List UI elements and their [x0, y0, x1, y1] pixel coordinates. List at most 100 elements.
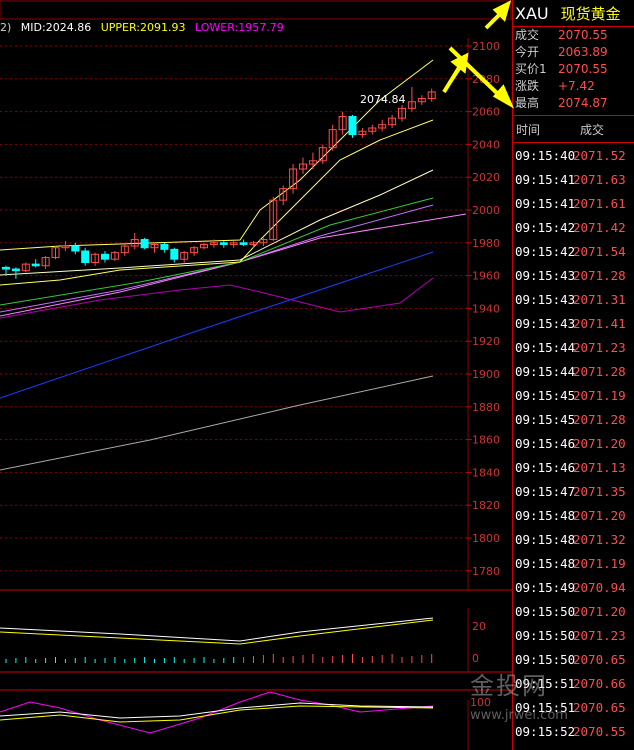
quote-summary: 成交 2070.55 今开 2063.89 买价1 2070.55 涨跌 +7.42 最高 207…	[513, 27, 634, 116]
candle-body	[239, 242, 248, 245]
tick-time: 09:15:43	[515, 315, 576, 331]
tick-time: 09:15:52	[515, 723, 576, 739]
candlestick-chart[interactable]: 2100 2080 2060 2040 2020 2000 1980 1960 1940 1920…	[0, 0, 512, 750]
symbol-header: XAU 现货黄金	[513, 0, 634, 27]
ma-mid-line	[0, 251, 434, 399]
tick-row[interactable]: 09:15:47 2071.35	[513, 479, 634, 503]
tick-time: 09:15:47	[515, 483, 576, 499]
high-price-label: 2074.84	[360, 93, 406, 106]
price-tick-label: 1820	[472, 499, 500, 512]
quote-row: 最高 2074.87	[513, 95, 634, 112]
tick-row[interactable]: 09:15:43 2071.41	[513, 311, 634, 335]
tick-price: 2070.55	[573, 723, 626, 739]
candle-body	[81, 250, 90, 263]
tick-header: 时间 成交	[513, 116, 634, 143]
chart-area[interactable]: 2100 2080 2060 2040 2020 2000 1980 1960 1940 1920…	[0, 0, 512, 750]
indicator-legend: 2) MID:2024.86 UPPER:2091.93 LOWER:1957.…	[0, 21, 290, 34]
quote-row: 成交 2070.55	[513, 27, 634, 44]
tick-row[interactable]: 09:15:45 2071.19	[513, 383, 634, 407]
tick-row[interactable]: 09:15:42 2071.42	[513, 215, 634, 239]
price-tick-label: 1800	[472, 532, 500, 545]
quote-value: 2070.55	[558, 28, 608, 42]
quote-row: 今开 2063.89	[513, 44, 634, 61]
price-tick-label: 1980	[472, 237, 500, 250]
price-tick-label: 2000	[472, 204, 500, 217]
price-tick-label: 2100	[472, 40, 500, 53]
ma-green-line	[0, 197, 434, 306]
tick-row[interactable]: 09:15:44 2071.28	[513, 359, 634, 383]
tick-price: 2071.35	[573, 483, 626, 499]
candle-body	[160, 243, 169, 250]
tick-row[interactable]: 09:15:44 2071.23	[513, 335, 634, 359]
tick-row[interactable]: 09:15:49 2070.94	[513, 575, 634, 599]
price-tick-label: 1960	[472, 270, 500, 283]
candle-body	[170, 248, 179, 260]
quote-row: 买价1 2070.55	[513, 61, 634, 78]
tick-row[interactable]: 09:15:50 2071.23	[513, 623, 634, 647]
tick-header-time: 时间	[516, 122, 541, 137]
tick-row[interactable]: 09:15:42 2071.54	[513, 239, 634, 263]
candle-body	[348, 116, 357, 136]
tick-time: 09:15:45	[515, 387, 576, 403]
tick-price: 2070.66	[573, 675, 626, 691]
tick-row[interactable]: 09:15:43 2071.28	[513, 263, 634, 287]
tick-price: 2071.20	[573, 435, 626, 451]
tick-price: 2071.23	[573, 627, 626, 643]
tick-row[interactable]: 09:15:48 2071.32	[513, 527, 634, 551]
tick-row[interactable]: 09:15:48 2071.20	[513, 503, 634, 527]
tick-row[interactable]: 09:15:41 2071.63	[513, 167, 634, 191]
quote-label: 买价1	[515, 62, 547, 76]
tick-list[interactable]: 09:15:40 2071.52 09:15:41 2071.63 09:15:41 20…	[513, 143, 634, 743]
tick-row[interactable]: 09:15:50 2071.20	[513, 599, 634, 623]
tick-time: 09:15:46	[515, 459, 576, 475]
candle-body	[11, 268, 20, 272]
tick-row[interactable]: 09:15:48 2071.19	[513, 551, 634, 575]
price-tick-label: 2060	[472, 106, 500, 119]
tick-price: 2071.52	[573, 147, 626, 163]
tick-row[interactable]: 09:15:43 2071.31	[513, 287, 634, 311]
tick-price: 2071.31	[573, 291, 626, 307]
quote-label: 涨跌	[515, 79, 540, 93]
sub1-tick-label: 0	[472, 652, 479, 665]
tick-price: 2071.19	[573, 555, 626, 571]
tick-row[interactable]: 09:15:46 2071.13	[513, 455, 634, 479]
tick-time: 09:15:44	[515, 363, 576, 379]
tick-price: 2071.41	[573, 315, 626, 331]
tick-row[interactable]: 09:15:41 2071.61	[513, 191, 634, 215]
tick-row[interactable]: 09:15:40 2071.52	[513, 143, 634, 167]
candle-body	[101, 253, 109, 260]
quote-panel: XAU 现货黄金 成交 2070.55 今开 2063.89 买价1 2070.55 涨跌 +…	[512, 0, 634, 750]
price-tick-label: 1920	[472, 335, 500, 348]
tick-time: 09:15:48	[515, 555, 576, 571]
price-tick-label: 1860	[472, 434, 500, 447]
watermark-url: www.jrwei.com	[470, 708, 568, 723]
symbol-name: 现货黄金	[560, 4, 621, 23]
tick-price: 2070.65	[573, 651, 626, 667]
price-tick-label: 1780	[472, 565, 500, 578]
price-tick-label: 1840	[472, 466, 500, 479]
tick-row[interactable]: 09:15:46 2071.20	[513, 431, 634, 455]
legend-lower: LOWER:1957.79	[194, 21, 284, 34]
tick-time: 09:15:50	[515, 651, 576, 667]
tick-price: 2070.94	[573, 579, 626, 595]
tick-row[interactable]: 09:15:45 2071.28	[513, 407, 634, 431]
tick-time: 09:15:40	[515, 147, 576, 163]
tick-time: 09:15:48	[515, 507, 576, 523]
candle-body	[2, 266, 10, 270]
upper-band-line	[0, 59, 434, 251]
quote-label: 今开	[515, 45, 540, 59]
tick-time: 09:15:42	[515, 219, 576, 235]
candle-body	[31, 263, 40, 267]
price-tick-label: 2080	[472, 73, 500, 86]
tick-time: 09:15:45	[515, 411, 576, 427]
legend-upper: UPPER:2091.93	[100, 21, 186, 34]
tick-time: 09:15:48	[515, 531, 576, 547]
tick-price: 2071.28	[573, 363, 626, 379]
candle-body	[140, 239, 149, 249]
legend-prefix: 2)	[0, 21, 12, 34]
ma-long-line	[0, 375, 434, 471]
symbol-code: XAU	[515, 3, 549, 23]
tick-price: 2071.61	[573, 195, 626, 211]
watermark-brand: 金投网	[470, 672, 548, 700]
tick-time: 09:15:43	[515, 291, 576, 307]
